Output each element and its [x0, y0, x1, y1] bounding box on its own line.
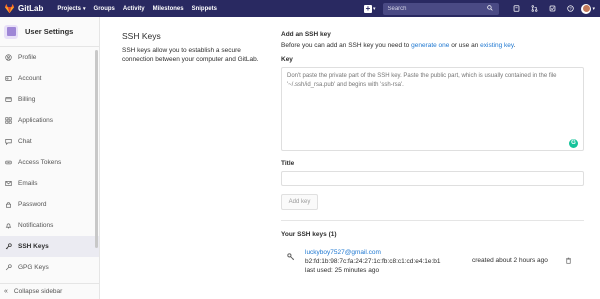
user-avatar[interactable] [581, 3, 592, 14]
intro-text-mid: or use an [451, 42, 479, 49]
sidebar-item-emails[interactable]: Emails [0, 173, 99, 194]
intro-text-after: . [513, 42, 516, 49]
email-icon [4, 180, 12, 188]
sidebar-item-label: Profile [18, 54, 37, 61]
nav-milestones[interactable]: Milestones [153, 6, 184, 12]
gitlab-tanuki-icon [4, 3, 15, 14]
search-icon [487, 4, 494, 13]
sidebar-item-chat[interactable]: Chat [0, 131, 99, 152]
nav-snippets[interactable]: Snippets [192, 6, 217, 12]
issues-icon[interactable] [508, 3, 524, 15]
sidebar-item-billing[interactable]: Billing [0, 89, 99, 110]
add-ssh-key-heading: Add an SSH key [281, 31, 331, 38]
sidebar-item-label: Emails [18, 180, 38, 187]
chat-icon [4, 138, 12, 146]
todos-icon[interactable] [544, 3, 560, 15]
ssh-key-form: Add an SSH key Before you can add an SSH… [281, 31, 584, 278]
nav-snippets-label: Snippets [191, 5, 217, 12]
existing-key-link[interactable]: existing key [480, 42, 513, 49]
sidebar-scrollbar[interactable] [95, 50, 98, 248]
nav-projects[interactable]: Projects ▾ [57, 6, 85, 12]
title-label: Title [281, 160, 295, 167]
sidebar-item-ssh-keys[interactable]: SSH Keys [0, 236, 99, 257]
search-input[interactable] [387, 5, 488, 12]
profile-icon [4, 54, 12, 62]
sidebar-item-gpg-keys[interactable]: GPG Keys [0, 257, 99, 278]
nav-activity-label: Activity [122, 5, 145, 12]
avatar-image [582, 5, 590, 12]
divider [281, 220, 584, 221]
brand-name: GitLab [18, 4, 44, 13]
nav-milestones-label: Milestones [152, 5, 184, 12]
key-icon [4, 243, 12, 251]
ssh-key-created: created about 2 hours ago [472, 257, 548, 264]
sidebar-item-profile[interactable]: Profile [0, 47, 99, 68]
ssh-key-fingerprint: b2:fd:1b:98:7c:fa:24:27:1c:fb:c8:c1:cd:e… [305, 258, 441, 265]
nav-projects-label: Projects [57, 5, 82, 12]
add-key-button[interactable]: Add key [281, 194, 318, 210]
sidebar-item-label: SSH Keys [18, 243, 49, 250]
sidebar-item-label: Billing [18, 96, 36, 103]
intro-text-before: Before you can add an SSH key you need t… [281, 42, 410, 49]
your-ssh-keys-heading: Your SSH keys (1) [281, 231, 337, 238]
sidebar-item-password[interactable]: Password [0, 194, 99, 215]
chevron-down-icon: ▾ [592, 5, 595, 12]
sidebar-item-notifications[interactable]: Notifications [0, 215, 99, 236]
page-title: SSH Keys [122, 31, 161, 41]
account-icon [4, 75, 12, 83]
sidebar-title: User Settings [25, 27, 74, 36]
nav-groups[interactable]: Groups [94, 6, 115, 12]
title-input[interactable] [281, 171, 584, 186]
collapse-sidebar-button[interactable]: « Collapse sidebar [0, 283, 99, 299]
section-description: SSH keys allow you to establish a secure… [122, 47, 259, 63]
sidebar-item-label: Applications [18, 117, 54, 124]
sidebar-item-label: GPG Keys [18, 264, 49, 271]
grammarly-icon[interactable]: G [569, 139, 578, 148]
intro-text: Before you can add an SSH key you need t… [281, 42, 584, 49]
sidebar-item-applications[interactable]: Applications [0, 110, 99, 131]
sidebar-item-label: Notifications [18, 222, 54, 229]
billing-icon [4, 96, 12, 104]
double-chevron-left-icon: « [4, 288, 8, 295]
nav-groups-label: Groups [93, 5, 115, 12]
svg-text:?: ? [569, 6, 572, 11]
sidebar-item-account[interactable]: Account [0, 68, 99, 89]
ssh-key-info: luckyboy7527@gmail.com b2:fd:1b:98:7c:fa… [305, 248, 441, 278]
top-navbar: GitLab Projects ▾ Groups Activity Milest… [0, 0, 600, 17]
bell-icon [4, 222, 12, 230]
chevron-down-icon: ▾ [372, 5, 376, 12]
help-icon[interactable]: ? [562, 3, 578, 15]
gpg-key-icon [4, 264, 12, 272]
chevron-down-icon: ▾ [83, 5, 86, 12]
sidebar-item-label: Chat [18, 138, 32, 145]
key-textarea[interactable] [281, 67, 584, 151]
ssh-keys-section-info: SSH Keys SSH keys allow you to establish… [122, 31, 262, 64]
lock-icon [4, 201, 12, 209]
applications-icon [4, 117, 12, 125]
plus-icon: + [363, 3, 372, 13]
new-item-button[interactable]: + ▾ [363, 3, 376, 13]
gitlab-logo[interactable]: GitLab [4, 3, 57, 14]
search-box[interactable] [383, 2, 500, 15]
ssh-key-row[interactable]: luckyboy7527@gmail.com b2:fd:1b:98:7c:fa… [281, 248, 584, 278]
key-icon [287, 253, 299, 278]
collapse-sidebar-label: Collapse sidebar [13, 288, 63, 295]
sidebar-header[interactable]: User Settings [0, 17, 99, 47]
settings-sidebar: User Settings Profile Account Billing Ap… [0, 17, 100, 299]
key-label: Key [281, 56, 293, 63]
sidebar-item-label: Access Tokens [18, 159, 62, 166]
sidebar-item-label: Account [18, 75, 42, 82]
ssh-key-last-used: last used: 25 minutes ago [305, 267, 380, 274]
user-settings-avatar [4, 24, 18, 39]
sidebar-item-access-tokens[interactable]: Access Tokens [0, 152, 99, 173]
nav-activity[interactable]: Activity [123, 6, 145, 12]
token-icon [4, 159, 12, 167]
sidebar-item-label: Password [18, 201, 47, 208]
ssh-key-title[interactable]: luckyboy7527@gmail.com [305, 248, 441, 257]
key-field-wrapper: G [281, 63, 584, 153]
generate-one-link[interactable]: generate one [411, 42, 449, 49]
merge-requests-icon[interactable] [526, 3, 542, 15]
trash-icon[interactable] [565, 257, 572, 266]
